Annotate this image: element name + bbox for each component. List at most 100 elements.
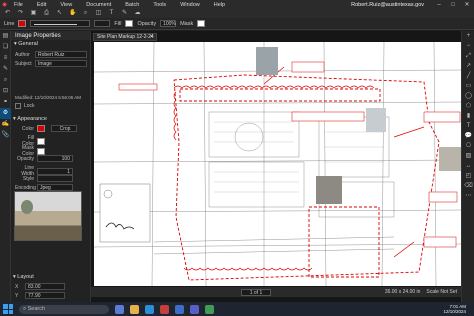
search-panel-icon[interactable]: ⌕ xyxy=(0,75,11,86)
style-dropdown[interactable] xyxy=(37,175,73,182)
author-field[interactable]: Robert Ruiz xyxy=(35,51,87,58)
rectangle-tool-icon[interactable]: ▭ xyxy=(462,81,474,91)
zoom-in-icon[interactable]: + xyxy=(462,31,474,41)
crop-button[interactable]: Crop xyxy=(51,125,77,132)
line-style-dropdown[interactable] xyxy=(30,20,91,27)
line-tool-icon[interactable]: ╱ xyxy=(462,71,474,81)
line-label: Line xyxy=(4,20,15,27)
print-icon[interactable]: ⎙ xyxy=(43,10,50,17)
layers-icon[interactable]: ≡ xyxy=(0,53,11,64)
pen-icon[interactable]: ✎ xyxy=(121,10,128,17)
redo-icon[interactable]: ↷ xyxy=(17,10,24,17)
attachments-icon[interactable]: 📎 xyxy=(0,130,11,141)
zoom-out-icon[interactable]: − xyxy=(462,41,474,51)
menu-window[interactable]: Window xyxy=(175,2,209,8)
menu-edit[interactable]: Edit xyxy=(32,2,55,8)
measure-length-icon[interactable]: ↔ xyxy=(462,161,474,171)
links-icon[interactable]: ⚭ xyxy=(0,97,11,108)
stamp-tool-icon[interactable]: ⎔ xyxy=(462,141,474,151)
subject-field[interactable]: Image xyxy=(35,60,87,67)
taskbar-search[interactable]: ⌕ Search xyxy=(19,304,109,314)
mask-color-panel-swatch[interactable] xyxy=(37,147,45,155)
image-preview-thumbnail xyxy=(14,191,82,241)
mask-color-swatch[interactable] xyxy=(197,20,206,27)
snapshot-icon[interactable]: ◫ xyxy=(95,10,102,17)
tab-close-icon[interactable]: × xyxy=(150,34,153,41)
y-field[interactable]: 77.90 xyxy=(25,292,65,299)
menu-help[interactable]: Help xyxy=(209,2,234,8)
opacity-panel-field[interactable]: 100 xyxy=(37,155,73,162)
pdf-app-icon[interactable] xyxy=(160,304,169,314)
scale-status[interactable]: Scale Not Set xyxy=(426,289,457,295)
document-tab[interactable]: Site Plan Markup 12-2-24 × xyxy=(93,33,157,41)
more-tools-icon[interactable]: ⋯ xyxy=(462,191,474,201)
markups-icon[interactable]: ✎ xyxy=(0,64,11,75)
x-field[interactable]: 83.00 xyxy=(25,283,65,290)
fill-color-swatch[interactable] xyxy=(125,20,134,27)
save-icon[interactable]: ▣ xyxy=(30,10,37,17)
x-label: X xyxy=(15,283,19,290)
line-width-panel-field[interactable]: 1 xyxy=(37,167,73,175)
bookmarks-icon[interactable]: ❏ xyxy=(0,42,11,53)
lock-label: Lock xyxy=(24,103,35,109)
close-icon[interactable]: ✕ xyxy=(460,0,474,9)
line-color-swatch[interactable] xyxy=(18,20,27,27)
section-general[interactable]: ▾ General xyxy=(11,40,90,48)
measure-icon[interactable]: ⊡ xyxy=(0,86,11,97)
callout-tool-icon[interactable]: 💬 xyxy=(462,131,474,141)
edge-browser-icon[interactable] xyxy=(145,304,154,314)
excel-icon[interactable] xyxy=(205,304,214,314)
line-width-field[interactable] xyxy=(94,20,111,27)
task-view-icon[interactable] xyxy=(115,304,124,314)
menu-view[interactable]: View xyxy=(55,2,81,8)
fill-color-panel-swatch[interactable] xyxy=(37,137,45,145)
signatures-icon[interactable]: ✍ xyxy=(0,119,11,130)
eraser-icon[interactable]: ⌫ xyxy=(462,181,474,191)
page-indicator[interactable]: 1 of 1 xyxy=(241,288,271,296)
fit-page-icon[interactable]: ⤢ xyxy=(462,51,474,61)
pages-icon[interactable]: ▤ xyxy=(0,31,11,42)
opacity-field[interactable]: 100% xyxy=(160,20,177,27)
measure-area-icon[interactable]: ◰ xyxy=(462,171,474,181)
menu-tools[interactable]: Tools xyxy=(148,2,175,8)
site-plan-sheet[interactable] xyxy=(94,42,462,286)
select-icon[interactable]: ↖ xyxy=(56,10,63,17)
file-explorer-icon[interactable] xyxy=(130,304,139,314)
cloud-icon[interactable]: ☁ xyxy=(134,10,141,17)
color-swatch[interactable] xyxy=(37,125,45,132)
site-plan-drawing xyxy=(94,42,462,286)
user-account[interactable]: Robert.Ruiz@austintexas.gov xyxy=(351,2,424,8)
windows-start-icon[interactable] xyxy=(3,304,13,314)
tree-shape xyxy=(21,200,33,214)
ellipse-tool-icon[interactable]: ◯ xyxy=(462,91,474,101)
zoom-icon[interactable]: ⌕ xyxy=(82,10,89,17)
outlook-icon[interactable] xyxy=(175,304,184,314)
subject-label: Subject xyxy=(15,60,32,67)
properties-icon[interactable]: ⚙ xyxy=(0,108,11,119)
style-row: Style xyxy=(15,175,73,182)
section-appearance[interactable]: ▾ Appearance xyxy=(13,116,47,122)
pan-icon[interactable]: ✋ xyxy=(69,10,76,17)
lock-checkbox[interactable] xyxy=(15,103,21,109)
y-row: Y 77.90 xyxy=(15,292,65,299)
section-layout-label: Layout xyxy=(17,274,34,280)
teams-icon[interactable] xyxy=(190,304,199,314)
system-clock[interactable]: 7:01 AM 12/10/2024 xyxy=(443,304,466,314)
menu-document[interactable]: Document xyxy=(81,2,120,8)
encoding-dropdown[interactable]: Jpeg xyxy=(37,184,73,191)
text-box-tool-icon[interactable]: T xyxy=(462,121,474,131)
image-tool-icon[interactable]: ▨ xyxy=(462,151,474,161)
arrow-tool-icon[interactable]: ↗ xyxy=(462,61,474,71)
highlight-tool-icon[interactable]: ▮ xyxy=(462,111,474,121)
color-label: Color xyxy=(22,125,34,132)
main-toolbar: ↶ ↷ ▣ ⎙ ↖ ✋ ⌕ ◫ T ✎ ☁ xyxy=(0,9,474,18)
panel-title: Image Properties xyxy=(11,31,90,40)
menu-batch[interactable]: Batch xyxy=(120,2,148,8)
menu-file[interactable]: File xyxy=(9,2,32,8)
text-icon[interactable]: T xyxy=(108,10,115,17)
polygon-tool-icon[interactable]: ⬠ xyxy=(462,101,474,111)
maximize-icon[interactable]: □ xyxy=(446,0,460,9)
minimize-icon[interactable]: – xyxy=(432,0,446,9)
section-layout[interactable]: ▾ Layout xyxy=(13,274,34,280)
undo-icon[interactable]: ↶ xyxy=(4,10,11,17)
